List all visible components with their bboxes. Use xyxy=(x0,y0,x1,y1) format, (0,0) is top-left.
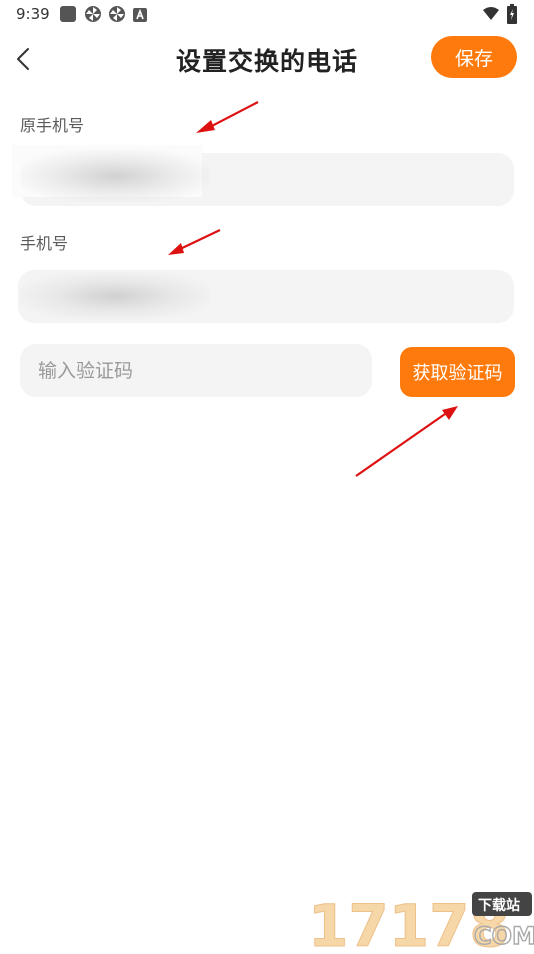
redacted-phone-value xyxy=(20,272,210,320)
original-phone-label: 原手机号 xyxy=(20,116,85,135)
square-icon xyxy=(59,5,77,23)
battery-icon xyxy=(507,4,525,24)
save-button[interactable]: 保存 xyxy=(431,36,517,78)
phone-label: 手机号 xyxy=(20,234,69,253)
svg-text:下载站: 下载站 xyxy=(478,897,520,914)
status-time: 9:39 xyxy=(16,5,50,23)
pinwheel-icon xyxy=(84,5,102,23)
pinwheel-icon xyxy=(108,5,126,23)
wifi-icon xyxy=(482,6,500,24)
status-bar: 9:39 xyxy=(0,0,534,28)
annotation-arrow xyxy=(196,101,259,133)
watermark-logo: 17178 下载站 COM xyxy=(308,888,534,954)
watermark-logo-graphic: 17178 下载站 COM xyxy=(308,892,534,954)
annotation-arrow xyxy=(168,229,221,255)
verification-code-input[interactable] xyxy=(20,344,372,397)
header: 设置交换的电话 保存 xyxy=(0,30,534,86)
svg-text:COM: COM xyxy=(474,922,534,950)
redacted-phone-value xyxy=(20,150,210,202)
a-icon xyxy=(133,7,151,25)
get-code-button[interactable]: 获取验证码 xyxy=(400,347,515,397)
annotation-arrow xyxy=(355,406,458,477)
